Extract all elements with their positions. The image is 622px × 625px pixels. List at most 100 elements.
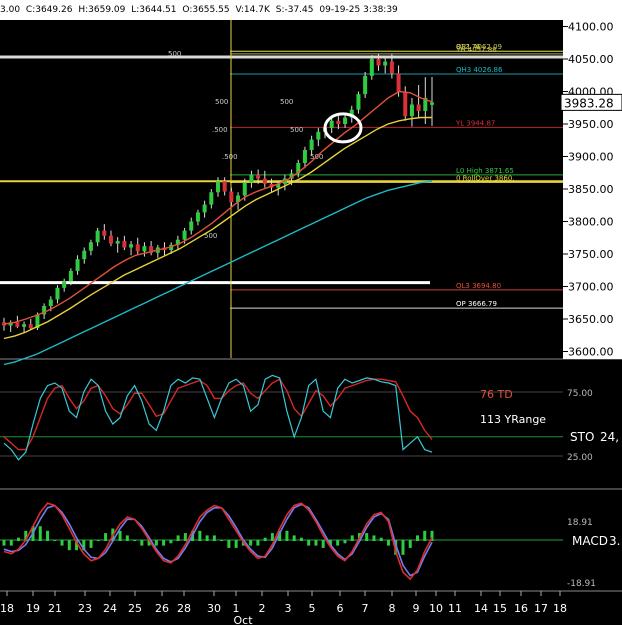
candle-body (202, 204, 207, 213)
sto-signal-line (3, 378, 433, 451)
candle-body (396, 73, 401, 92)
candle-body (142, 246, 147, 252)
macd-histogram-bar (270, 533, 274, 541)
candle-body (15, 322, 20, 327)
price-axis-label: 3850.00 (568, 183, 614, 196)
level-label: YL 3944.87 (455, 119, 495, 127)
x-axis-label: 19 (26, 602, 40, 615)
x-axis-label: 18 (0, 602, 14, 615)
level-label: OP 3666.79 (456, 300, 497, 308)
sto-k-line (3, 374, 433, 461)
price-chart[interactable]: 4100.004050.004000.003950.003900.003850.… (0, 20, 622, 625)
macd-histogram-bar (285, 530, 289, 541)
x-axis-label: 24 (103, 602, 117, 615)
candle-body (75, 259, 80, 271)
candle-body (409, 104, 414, 117)
macd-histogram-bar (372, 535, 376, 541)
candle-body (376, 59, 381, 66)
header-sub-low: L:3644.51 (131, 5, 177, 15)
x-axis-label: 25 (128, 602, 142, 615)
macd-histogram-bar (314, 540, 318, 546)
macd-histogram-bar (183, 533, 187, 541)
header-sub-open: O:3655.55 (182, 5, 230, 15)
macd-histogram-bar (401, 540, 405, 555)
small-level-label: .500 (212, 126, 228, 134)
candle-body (195, 212, 200, 222)
macd-histogram-bar (321, 540, 325, 548)
macd-histogram-bar (227, 540, 231, 548)
macd-histogram-bar (263, 537, 267, 541)
macd-histogram-bar (140, 540, 144, 546)
candle-body (429, 102, 435, 105)
yrange-label: 113 YRange (480, 413, 546, 426)
moving-average-line (3, 180, 433, 366)
price-axis-label: 4050.00 (568, 53, 614, 66)
sto-label: STO (570, 430, 594, 444)
macd-histogram-bar (118, 530, 122, 541)
macd-histogram-bar (60, 540, 64, 546)
small-level-label: .500 (222, 153, 238, 161)
x-axis-label: 28 (177, 602, 191, 615)
macd-histogram-bar (299, 537, 303, 541)
x-axis-label: 16 (514, 602, 528, 615)
candle-body (88, 242, 93, 251)
price-axis-label: 3750.00 (568, 248, 614, 261)
macd-histogram-bar (104, 533, 108, 541)
sto-axis-label: 25.00 (567, 453, 593, 463)
macd-histogram-bar (386, 540, 390, 546)
candle-body (62, 281, 67, 288)
candle-body (256, 174, 261, 179)
header-sub-prefix: 3.00 (0, 5, 21, 15)
price-axis-label: 3900.00 (568, 151, 614, 164)
candle-body (102, 230, 107, 236)
x-axis-label: 26 (155, 602, 169, 615)
candle-body (336, 120, 341, 124)
small-level-label: 500 (215, 98, 228, 106)
header-sub-high: H:3659.09 (78, 5, 126, 15)
moving-average-line (3, 116, 432, 340)
candle-body (108, 235, 114, 244)
macd-histogram-bar (67, 540, 71, 551)
level-label: QH3 4026.86 (456, 66, 503, 74)
candle-body (389, 61, 394, 74)
macd-histogram-bar (249, 540, 253, 546)
level-label: QL3 3694.80 (456, 282, 501, 290)
macd-histogram-bar (408, 540, 412, 548)
x-axis-label: 18 (553, 602, 567, 615)
x-axis-label: 2 (259, 602, 266, 615)
candle-body (182, 230, 187, 240)
header-sub-s: S:-37.45 (275, 5, 314, 15)
macd-histogram-bar (198, 530, 202, 541)
candle-body (383, 61, 388, 66)
x-axis-month-label: Oct (233, 614, 253, 625)
macd-histogram-bar (292, 535, 296, 541)
macd-histogram-bar (220, 540, 224, 541)
candle-body (189, 221, 194, 231)
candle-body (249, 174, 254, 183)
x-axis-label: 21 (48, 602, 62, 615)
x-axis-label: 14 (474, 602, 488, 615)
macd-histogram-bar (415, 535, 419, 541)
level-label: YH 4057.88 (455, 46, 497, 54)
small-level-label: 500 (168, 50, 181, 58)
macd-histogram-bar (234, 540, 238, 548)
macd-histogram-bar (169, 540, 173, 544)
candle-body (363, 75, 368, 95)
candle-body (262, 178, 267, 184)
sto-axis-label: 75.00 (567, 389, 593, 399)
macd-histogram-bar (89, 540, 93, 548)
candle-body (55, 287, 60, 300)
macd-histogram-bar (365, 533, 369, 541)
candle-body (122, 241, 127, 248)
candle-body (369, 59, 374, 76)
candle-body (115, 241, 120, 244)
candle-body (403, 91, 408, 117)
macd-histogram-bar (53, 540, 57, 541)
price-axis-label: 3650.00 (568, 313, 614, 326)
macd-histogram-bar (9, 540, 13, 546)
macd-axis-label: 18.91 (567, 518, 593, 528)
macd-value-label: 3. (609, 534, 620, 548)
price-axis-label: 3600.00 (568, 346, 614, 359)
candle-body (329, 120, 334, 128)
macd-histogram-bar (46, 530, 50, 541)
